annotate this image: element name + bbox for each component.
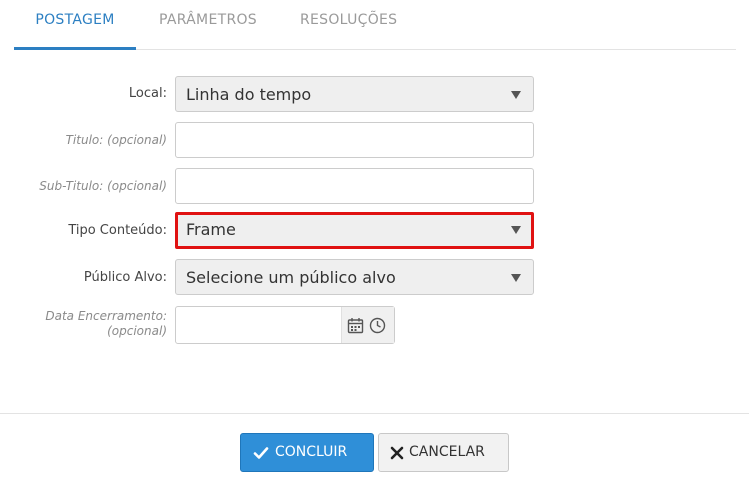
local-select-value: Linha do tempo <box>186 85 312 104</box>
local-select[interactable]: Linha do tempo <box>175 76 534 112</box>
data-encerramento-row: Data Encerramento: (opcional) <box>0 306 749 346</box>
x-icon <box>390 446 404 460</box>
titulo-label: Titulo: (opcional) <box>65 133 167 147</box>
titulo-row: Titulo: (opcional) <box>0 122 749 159</box>
data-encerramento-label-line2: (opcional) <box>107 324 167 338</box>
cancelar-label: CANCELAR <box>409 444 485 460</box>
tab-resolucoes[interactable]: RESOLUÇÕES <box>300 0 397 47</box>
titulo-input[interactable] <box>175 122 534 158</box>
check-icon <box>253 447 269 459</box>
publico-alvo-label: Público Alvo: <box>83 270 167 285</box>
data-encerramento-input[interactable] <box>175 306 395 344</box>
tab-parametros[interactable]: PARÂMETROS <box>159 0 257 47</box>
clock-icon[interactable] <box>369 317 386 334</box>
publico-alvo-select[interactable]: Selecione um público alvo <box>175 259 534 295</box>
concluir-label: CONCLUIR <box>275 444 348 460</box>
cancelar-button[interactable]: CANCELAR <box>378 433 509 472</box>
tipo-conteudo-row: Tipo Conteúdo: Frame <box>0 212 749 250</box>
tipo-conteudo-select[interactable]: Frame <box>175 212 534 249</box>
data-encerramento-label: Data Encerramento: (opcional) <box>45 309 167 339</box>
calendar-icon[interactable] <box>347 317 364 334</box>
subtitulo-label: Sub-Titulo: (opcional) <box>39 179 167 193</box>
tab-bar: POSTAGEM PARÂMETROS RESOLUÇÕES <box>14 0 736 50</box>
tipo-conteudo-select-value: Frame <box>186 220 236 239</box>
data-encerramento-label-line1: Data Encerramento: <box>45 309 167 323</box>
date-picker-buttons <box>341 307 394 343</box>
subtitulo-input[interactable] <box>175 168 534 204</box>
local-label: Local: <box>128 86 167 101</box>
publico-alvo-select-value: Selecione um público alvo <box>186 268 396 287</box>
publico-alvo-row: Público Alvo: Selecione um público alvo <box>0 259 749 296</box>
caret-down-icon <box>511 226 521 234</box>
footer-divider <box>0 413 749 414</box>
subtitulo-row: Sub-Titulo: (opcional) <box>0 168 749 205</box>
tipo-conteudo-label: Tipo Conteúdo: <box>68 223 167 238</box>
local-row: Local: Linha do tempo <box>0 76 749 113</box>
tab-postagem[interactable]: POSTAGEM <box>14 0 136 50</box>
caret-down-icon <box>511 274 521 282</box>
caret-down-icon <box>511 91 521 99</box>
concluir-button[interactable]: CONCLUIR <box>240 433 374 472</box>
